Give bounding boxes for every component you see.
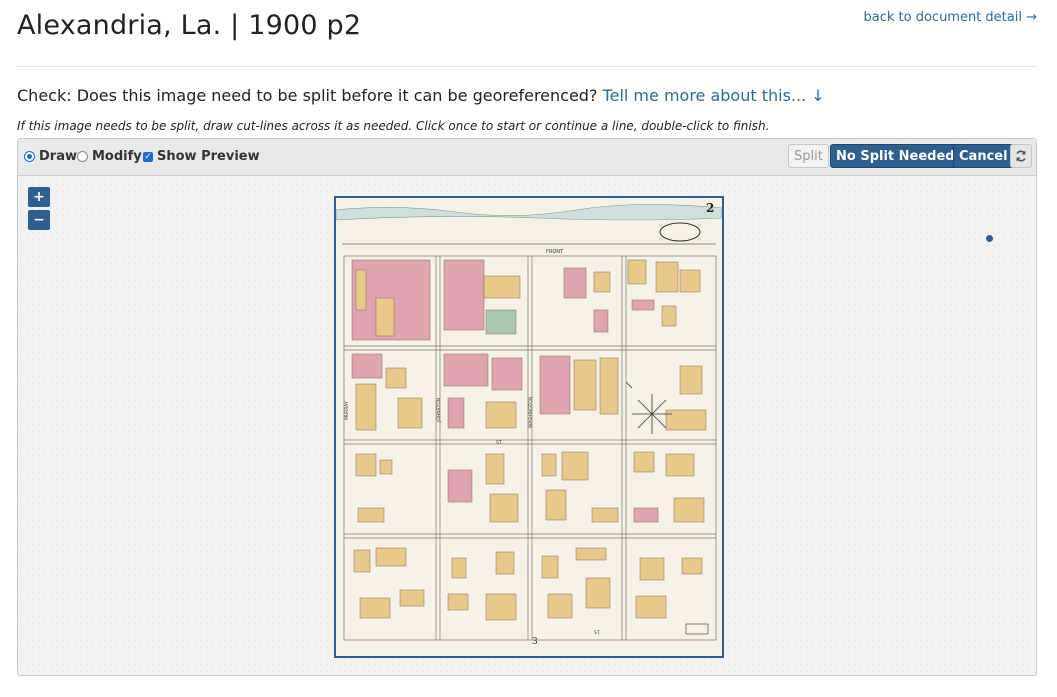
sheet-number: 2: [706, 201, 714, 215]
zoom-in-button[interactable]: +: [28, 187, 50, 207]
sanborn-map-sheet[interactable]: 2 FRONT MURRAY JOHNSTON WASHINGTON ST. 3…: [334, 196, 724, 658]
split-check-question: Check: Does this image need to be split …: [17, 86, 598, 105]
cancel-button[interactable]: Cancel: [953, 144, 1014, 168]
modify-label: Modify: [92, 149, 142, 164]
divider: [17, 66, 1037, 67]
adjacent-sheet-number: 3: [532, 637, 538, 647]
show-preview-label: Show Preview: [157, 149, 260, 164]
street-label-johnston: JOHNSTON: [436, 398, 442, 423]
show-preview-option[interactable]: ✓ Show Preview: [143, 149, 260, 164]
split-instructions: If this image needs to be split, draw cu…: [17, 119, 770, 133]
split-toolbar: Draw Modify ✓ Show Preview Split No Spli…: [18, 139, 1036, 176]
cursor-marker: [986, 235, 993, 242]
split-button[interactable]: Split: [788, 144, 829, 168]
split-check-prompt: Check: Does this image need to be split …: [17, 86, 825, 105]
page-title: Alexandria, La. | 1900 p2: [17, 10, 362, 41]
street-label-front: FRONT: [546, 249, 564, 255]
split-tool-panel: Draw Modify ✓ Show Preview Split No Spli…: [17, 138, 1037, 676]
street-label-st-b: ST.: [594, 630, 601, 636]
street-label-murray: MURRAY: [344, 401, 350, 420]
street-label-st-a: ST.: [496, 440, 503, 446]
refresh-icon: [1016, 150, 1026, 162]
map-sheet-image: 2 FRONT MURRAY JOHNSTON WASHINGTON ST. 3…: [336, 201, 722, 647]
back-to-document-link[interactable]: back to document detail →: [864, 10, 1038, 25]
no-split-needed-button[interactable]: No Split Needed: [830, 144, 961, 168]
zoom-out-button[interactable]: −: [28, 210, 50, 230]
modify-radio[interactable]: [77, 151, 88, 162]
modify-option[interactable]: Modify: [77, 149, 142, 164]
draw-option[interactable]: Draw: [24, 149, 77, 164]
tell-me-more-link[interactable]: Tell me more about this... ↓: [603, 86, 825, 105]
street-label-washington: WASHINGTON: [528, 397, 534, 428]
draw-radio[interactable]: [24, 151, 35, 162]
draw-label: Draw: [39, 149, 77, 164]
show-preview-checkbox[interactable]: ✓: [143, 151, 153, 162]
refresh-button[interactable]: [1010, 144, 1032, 168]
map-viewport[interactable]: + − 2 FRONT MURRAY JOHNSTON WASHINGTON S…: [18, 176, 1036, 675]
